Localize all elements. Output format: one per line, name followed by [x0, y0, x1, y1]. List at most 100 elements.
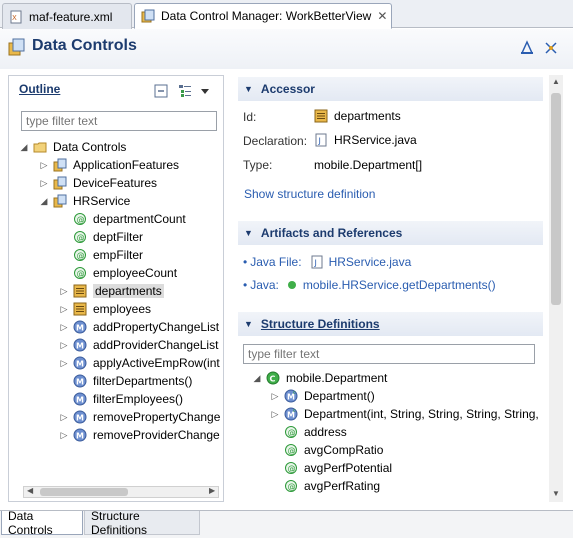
scroll-up-icon[interactable]: ▲ [552, 77, 560, 86]
details-vertical-scrollbar[interactable]: ▲ ▼ [549, 75, 563, 502]
collapse-all-icon[interactable] [154, 84, 168, 98]
type-value: mobile.Department[] [314, 158, 422, 172]
tab-maf-feature[interactable]: X maf-feature.xml [2, 3, 132, 29]
data-control-icon [141, 9, 155, 23]
structure-item-constructor-args[interactable]: ▷ Mc Department(int, String, String, Str… [270, 405, 539, 423]
tree-item-device-features[interactable]: ▷ DeviceFeatures [39, 174, 158, 192]
svg-text:@: @ [288, 446, 296, 455]
tab-data-control-manager[interactable]: Data Control Manager: WorkBetterView ✕ [134, 3, 392, 29]
tree-item-remove-provider-change[interactable]: ▷ M removeProviderChange [59, 426, 220, 444]
tree-item-hrservice[interactable]: ◢ HRService [39, 192, 131, 210]
collapsed-icon[interactable]: ▷ [39, 160, 49, 171]
collapsed-icon[interactable]: ▷ [39, 178, 49, 189]
tree-label: avgPerfPotential [304, 461, 393, 475]
id-value: departments [314, 109, 401, 123]
svg-text:c: c [293, 408, 296, 414]
tree-item-application-features[interactable]: ▷ ApplicationFeatures [39, 156, 180, 174]
tree-label: Department() [304, 389, 375, 403]
tree-label: addProviderChangeList [93, 338, 219, 352]
filter-options-icon[interactable] [178, 84, 192, 98]
tree-item-departments[interactable]: ▷ departments [59, 282, 164, 300]
tree-item-employee-count[interactable]: @ employeeCount [73, 264, 177, 282]
java-method-link[interactable]: mobile.HRService.getDepartments() [303, 278, 496, 292]
structure-item-avg-perf-potential[interactable]: @ avgPerfPotential [284, 459, 392, 477]
expanded-icon[interactable]: ◢ [252, 373, 262, 384]
scroll-left-icon[interactable]: ◀ [27, 486, 33, 495]
method-icon: M [73, 392, 87, 406]
structure-item-avg-perf-rating[interactable]: @ avgPerfRating [284, 477, 380, 495]
id-label: Id: [243, 110, 257, 124]
structure-item-address[interactable]: @ address [284, 423, 347, 441]
show-structure-definition-link[interactable]: Show structure definition [244, 187, 375, 201]
svg-text:@: @ [77, 251, 85, 260]
svg-text:M: M [76, 360, 84, 369]
structure-item-mobile-department[interactable]: ◢ C mobile.Department [252, 369, 388, 387]
disconnect-icon[interactable] [543, 40, 559, 56]
collapsed-icon[interactable]: ▷ [270, 391, 280, 402]
tree-label: Data Controls [53, 140, 127, 154]
collapsed-icon[interactable]: ▷ [59, 412, 69, 423]
collapsed-icon[interactable]: ▷ [270, 409, 280, 420]
tree-item-remove-property-change[interactable]: ▷ M removePropertyChange [59, 408, 221, 426]
scroll-thumb[interactable] [40, 488, 128, 496]
outline-horizontal-scrollbar[interactable]: ◀ ▶ [23, 486, 219, 498]
section-title: Accessor [260, 82, 315, 96]
tree-item-filter-employees[interactable]: M filterEmployees() [73, 390, 183, 408]
outline-title: Outline [19, 82, 61, 96]
svg-text:C: C [270, 375, 276, 384]
tree-item-department-count[interactable]: @ departmentCount [73, 210, 186, 228]
expanded-icon[interactable]: ◢ [19, 142, 29, 153]
svg-text:@: @ [288, 482, 296, 491]
structure-icon[interactable] [519, 40, 535, 56]
collapse-icon[interactable]: ▼ [244, 84, 253, 94]
scroll-right-icon[interactable]: ▶ [209, 486, 215, 495]
tree-item-employees[interactable]: ▷ employees [59, 300, 152, 318]
tree-item-add-provider-change-listener[interactable]: ▷ M addProviderChangeList [59, 336, 219, 354]
tree-label: employees [93, 302, 152, 316]
tree-item-apply-active-emp-row[interactable]: ▷ M applyActiveEmpRow(int [59, 354, 220, 372]
tree-label: address [304, 425, 347, 439]
view-menu-icon[interactable] [198, 84, 212, 98]
structure-item-avg-comp-ratio[interactable]: @ avgCompRatio [284, 441, 383, 459]
tree-label: mobile.Department [286, 371, 388, 385]
tree-label: avgCompRatio [304, 443, 384, 457]
java-file-row: • Java File: J HRService.java [243, 255, 411, 269]
tree-item-add-property-change-listener[interactable]: ▷ M addPropertyChangeList [59, 318, 220, 336]
collapsed-icon[interactable]: ▷ [59, 430, 69, 441]
tree-label: filterEmployees() [93, 392, 184, 406]
structure-item-constructor[interactable]: ▷ Mc Department() [270, 387, 375, 405]
collapsed-icon[interactable]: ▷ [59, 304, 69, 315]
java-row: • Java: mobile.HRService.getDepartments(… [243, 278, 496, 292]
collapsed-icon[interactable]: ▷ [59, 286, 69, 297]
outline-filter-input[interactable] [21, 111, 217, 131]
svg-text:@: @ [288, 464, 296, 473]
svg-text:J: J [313, 259, 316, 268]
tree-label: removePropertyChange [93, 410, 221, 424]
scroll-down-icon[interactable]: ▼ [552, 489, 560, 498]
expanded-icon[interactable]: ◢ [39, 196, 49, 207]
tab-structure-definitions[interactable]: Structure Definitions [84, 509, 200, 537]
collection-icon [73, 284, 87, 298]
scroll-thumb[interactable] [551, 93, 561, 305]
structure-definitions-section-header[interactable]: ▼ Structure Definitions [238, 312, 543, 336]
collapse-icon[interactable]: ▼ [244, 228, 253, 238]
artifacts-section-header[interactable]: ▼ Artifacts and References [238, 221, 543, 245]
collapse-icon[interactable]: ▼ [244, 319, 253, 329]
tree-item-dept-filter[interactable]: @ deptFilter [73, 228, 143, 246]
collapsed-icon[interactable]: ▷ [59, 340, 69, 351]
collapsed-icon[interactable]: ▷ [59, 358, 69, 369]
close-icon[interactable]: ✕ [377, 9, 387, 23]
structure-filter-input[interactable] [243, 344, 535, 364]
tree-item-data-controls[interactable]: ◢ Data Controls [19, 138, 127, 156]
tree-label: Department(int, String, String, String, … [304, 407, 539, 421]
tab-data-controls[interactable]: Data Controls [1, 509, 83, 537]
collapsed-icon[interactable]: ▷ [59, 322, 69, 333]
java-file-link[interactable]: HRService.java [329, 255, 412, 269]
accessor-section-header[interactable]: ▼ Accessor [238, 77, 543, 101]
tree-item-emp-filter[interactable]: @ empFilter [73, 246, 143, 264]
java-label: Java: [250, 278, 279, 292]
collection-icon [314, 109, 328, 123]
tree-label: HRService [73, 194, 131, 208]
tree-item-filter-departments[interactable]: M filterDepartments() [73, 372, 192, 390]
id-text: departments [334, 109, 401, 123]
